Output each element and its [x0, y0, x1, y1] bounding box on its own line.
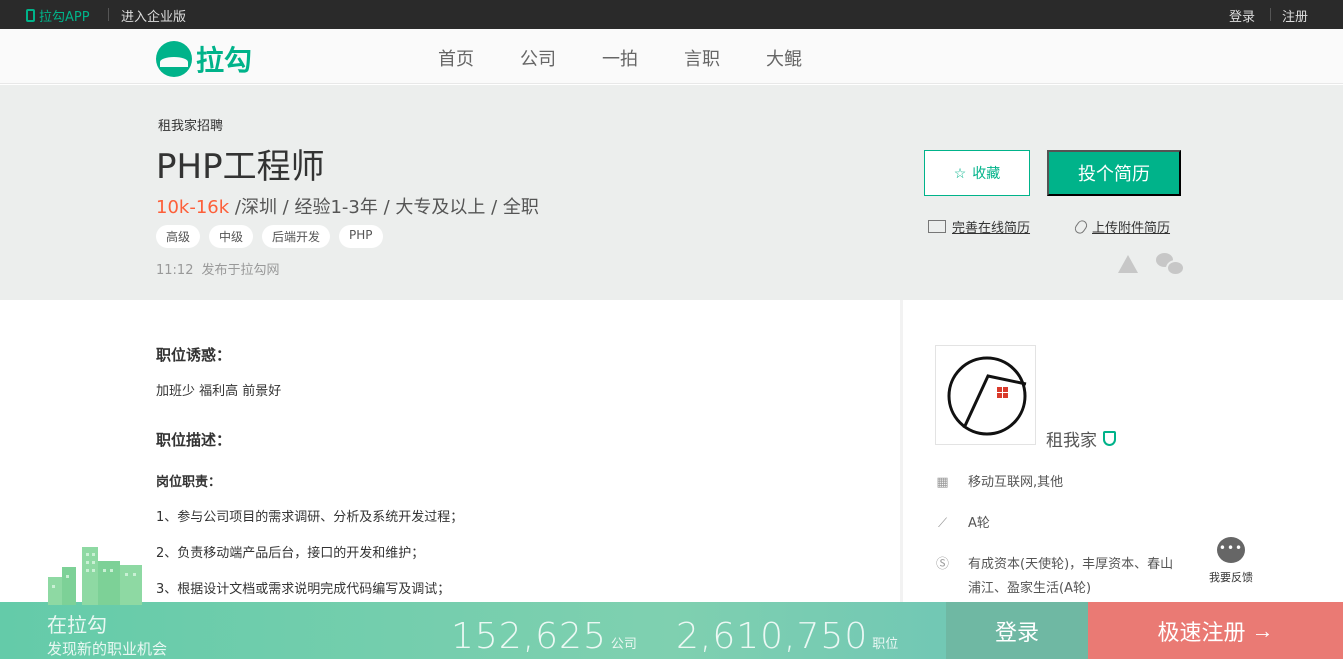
job-title: PHP工程师 — [156, 147, 325, 187]
grid-icon: ▦ — [936, 475, 949, 490]
advantage-heading: 职位诱惑： — [156, 346, 232, 364]
app-download-link[interactable]: 拉勾APP — [26, 6, 90, 25]
tag[interactable]: PHP — [339, 225, 383, 248]
job-header: 租我家招聘 PHP工程师 10k-16k /深圳 / 经验1-3年 / 大专及以… — [0, 85, 1343, 300]
company-count: 152,625 公司 — [451, 616, 637, 657]
duty-item: 3、根据设计文档或需求说明完成代码编写及调试； — [156, 582, 451, 597]
description-heading: 职位描述： — [156, 431, 232, 449]
company-logo[interactable] — [935, 345, 1036, 445]
banner-subtitle: 发现新的职业机会 — [47, 640, 168, 658]
company-name[interactable]: 租我家 — [1046, 426, 1116, 451]
nav-item-yipai[interactable]: 一拍 — [602, 45, 638, 71]
advantage-text: 加班少 福利高 前景好 — [156, 384, 282, 399]
online-resume-label: 完善在线简历 — [952, 221, 1031, 236]
company-card: 租我家 ▦ 移动互联网,其他 ⟋ A轮 Ⓢ 有成资本(天使轮)，丰厚资本、春山浦… — [903, 300, 1343, 602]
apply-button[interactable]: 投个简历 — [1047, 150, 1181, 196]
feedback-button[interactable]: ••• 我要反馈 — [1205, 537, 1257, 585]
company-hiring-label[interactable]: 租我家招聘 — [158, 115, 223, 134]
company-field: ▦ 移动互联网,其他 — [935, 475, 1178, 495]
duty-item: 2、负责移动端产品后台，接口的开发和维护； — [156, 546, 425, 561]
nav-item-dakun[interactable]: 大鲲 — [766, 45, 802, 71]
job-requirements: /深圳 / 经验1-3年 / 大专及以上 / 全职 — [229, 197, 539, 218]
publish-info: 11:12 发布于拉勾网 — [156, 259, 279, 278]
online-resume-link[interactable]: 完善在线简历 — [928, 217, 1030, 236]
banner-register-button[interactable]: 极速注册 → — [1088, 602, 1343, 659]
nav-item-home[interactable]: 首页 — [438, 45, 474, 71]
company-count-unit: 公司 — [610, 637, 637, 652]
company-stage-text: A轮 — [968, 516, 990, 531]
tag[interactable]: 后端开发 — [262, 225, 331, 248]
company-logo-icon — [947, 356, 1027, 436]
enterprise-link[interactable]: 进入企业版 — [121, 6, 186, 25]
job-count-value: 2,610,750 — [676, 616, 869, 657]
publish-time: 11:12 — [156, 263, 194, 278]
company-investors: Ⓢ 有成资本(天使轮)，丰厚资本、春山浦江、盈家生活(A轮) — [935, 557, 1178, 601]
duty-item: 1、参与公司项目的需求调研、分析及系统开发过程； — [156, 510, 464, 525]
tag[interactable]: 高级 — [156, 225, 201, 248]
company-name-label: 租我家 — [1046, 431, 1097, 451]
arrow-right-icon: → — [1251, 617, 1274, 643]
duty-heading: 岗位职责： — [156, 475, 222, 490]
chat-bubble-icon: ••• — [1217, 537, 1245, 563]
logo-text: 拉勾 — [196, 44, 253, 77]
nav-item-companies[interactable]: 公司 — [520, 45, 556, 71]
phone-icon — [26, 9, 35, 22]
report-warning-icon[interactable] — [1118, 255, 1138, 273]
login-link[interactable]: 登录 — [1229, 6, 1255, 25]
company-stage: ⟋ A轮 — [935, 516, 1178, 536]
salary: 10k-16k — [156, 197, 230, 218]
company-field-text: 移动互联网,其他 — [968, 475, 1064, 490]
divider — [1270, 8, 1271, 21]
logo[interactable]: 拉勾 — [156, 39, 252, 79]
favorite-label: 收藏 — [972, 165, 1001, 181]
company-count-value: 152,625 — [451, 616, 607, 657]
city-buildings-icon — [48, 547, 142, 605]
divider — [108, 8, 109, 21]
tag[interactable]: 中级 — [209, 225, 254, 248]
publish-source: 发布于拉勾网 — [201, 263, 280, 278]
nav-item-yanzhi[interactable]: 言职 — [684, 45, 720, 71]
banner-register-label: 极速注册 — [1157, 619, 1246, 645]
banner-login-button[interactable]: 登录 — [946, 602, 1088, 659]
verified-shield-icon — [1103, 431, 1116, 446]
job-count: 2,610,750 职位 — [676, 616, 898, 657]
app-link-label: 拉勾APP — [39, 10, 90, 25]
job-meta: 10k-16k /深圳 / 经验1-3年 / 大专及以上 / 全职 — [156, 193, 539, 219]
trend-icon: ⟋ — [937, 516, 948, 531]
paperclip-icon — [1072, 217, 1090, 236]
attach-resume-label: 上传附件简历 — [1092, 221, 1171, 236]
resume-card-icon — [928, 220, 946, 233]
dollar-icon: Ⓢ — [935, 557, 949, 572]
top-bar: 拉勾APP 进入企业版 登录 注册 — [0, 0, 1343, 29]
logo-icon — [156, 41, 192, 77]
main-nav: 拉勾 首页 公司 一拍 言职 大鲲 — [0, 29, 1343, 84]
attach-resume-link[interactable]: 上传附件简历 — [1072, 217, 1171, 236]
feedback-label: 我要反馈 — [1209, 571, 1253, 584]
favorite-button[interactable]: ☆ 收藏 — [924, 150, 1030, 196]
star-icon: ☆ — [953, 164, 967, 181]
job-count-unit: 职位 — [872, 637, 899, 652]
register-link[interactable]: 注册 — [1282, 6, 1308, 25]
company-investors-text: 有成资本(天使轮)，丰厚资本、春山浦江、盈家生活(A轮) — [968, 557, 1174, 596]
job-tags: 高级 中级 后端开发 PHP — [156, 225, 383, 248]
banner-title: 在拉勾 — [47, 613, 107, 637]
wechat-share-icon[interactable] — [1156, 253, 1185, 276]
